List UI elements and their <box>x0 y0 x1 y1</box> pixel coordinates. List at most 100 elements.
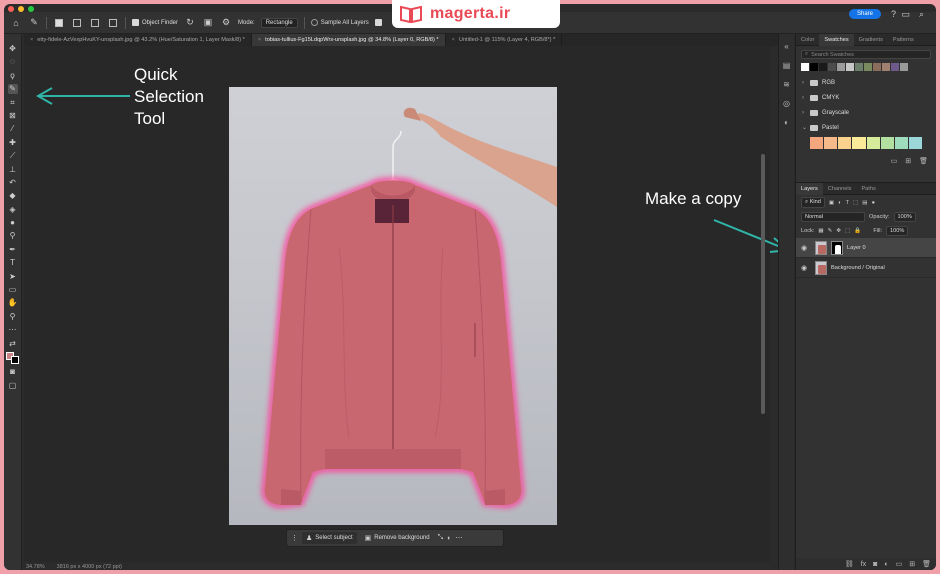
pastel-swatch[interactable] <box>908 137 922 149</box>
pastel-swatch[interactable] <box>810 137 824 149</box>
new-swatch-icon[interactable]: ⊞ <box>905 157 911 165</box>
swatches-search-input[interactable]: ⌕ Search Swatches <box>801 50 931 59</box>
lock-position-icon[interactable]: ✥ <box>836 228 841 234</box>
lock-transparent-icon[interactable]: ▦ <box>818 228 823 234</box>
layer-kind-filter[interactable]: ⌕ Kind <box>801 197 825 208</box>
layer-row-layer-0[interactable]: ◉ Layer 0 <box>796 238 936 258</box>
marquee-tool-icon[interactable]: ◌ <box>8 57 18 67</box>
show-objects-icon[interactable]: ▣ <box>202 17 214 29</box>
tab-paths[interactable]: Paths <box>856 183 880 195</box>
paint-bucket-tool-icon[interactable]: ◈ <box>8 205 18 215</box>
tab-color[interactable]: Color <box>796 34 819 46</box>
swatch[interactable] <box>819 63 827 71</box>
more-options-icon[interactable]: ⋯ <box>455 534 462 542</box>
swatch[interactable] <box>837 63 845 71</box>
help-icon[interactable]: ? <box>891 9 896 19</box>
tab-swatches[interactable]: Swatches <box>819 33 854 46</box>
enhance-edge-checkbox[interactable] <box>374 18 385 26</box>
path-selection-tool-icon[interactable]: ➤ <box>8 272 18 282</box>
quick-mask-icon[interactable]: ◙ <box>8 367 18 377</box>
adjustments-icon[interactable]: ≋ <box>783 80 790 89</box>
lock-pixels-icon[interactable]: ✎ <box>828 228 833 234</box>
link-layers-icon[interactable]: ⛓ <box>845 560 854 568</box>
visibility-eye-icon[interactable]: ◉ <box>801 264 811 272</box>
shape-filter-icon[interactable]: ⬚ <box>853 200 858 206</box>
swatch[interactable] <box>882 63 890 71</box>
layer-mask-thumbnail[interactable] <box>831 240 843 255</box>
layer-row-background[interactable]: ◉ Background / Original <box>796 258 936 278</box>
settings-gear-icon[interactable]: ⚙ <box>220 17 232 29</box>
history-brush-tool-icon[interactable]: ↶ <box>8 178 18 188</box>
clone-stamp-tool-icon[interactable]: ⊥ <box>8 165 18 175</box>
frame-tool-icon[interactable]: ⊠ <box>8 111 18 121</box>
swatch[interactable] <box>828 63 836 71</box>
lock-artboard-icon[interactable]: ⬚ <box>845 228 850 234</box>
swatch[interactable] <box>855 63 863 71</box>
tab-gradients[interactable]: Gradients <box>854 34 888 46</box>
swatch[interactable] <box>873 63 881 71</box>
type-filter-icon[interactable]: T <box>846 200 849 206</box>
object-finder-checkbox[interactable]: Object Finder <box>132 18 178 26</box>
tab-layers[interactable]: Layers <box>796 182 823 195</box>
swatch[interactable] <box>864 63 872 71</box>
drag-handle-icon[interactable]: ⋮ <box>291 534 298 542</box>
type-tool-icon[interactable]: T <box>8 258 18 268</box>
swatch-group-grayscale[interactable]: › Grayscale <box>796 105 936 120</box>
transform-icon[interactable]: ⤡ <box>438 534 444 542</box>
lock-all-icon[interactable]: 🔒 <box>854 228 861 234</box>
dodge-tool-icon[interactable]: ⚲ <box>8 231 18 241</box>
refresh-icon[interactable]: ↻ <box>184 17 196 29</box>
mask-icon[interactable]: ◐ <box>447 535 451 542</box>
layer-style-icon[interactable]: fx <box>861 561 866 568</box>
pastel-swatch[interactable] <box>866 137 880 149</box>
tab-close-icon[interactable]: × <box>258 37 261 43</box>
pixel-filter-icon[interactable]: ▣ <box>829 200 834 206</box>
home-icon[interactable]: ⌂ <box>10 17 22 29</box>
vertical-scrollbar[interactable] <box>761 154 765 414</box>
swap-colors-icon[interactable]: ⇄ <box>8 339 18 349</box>
blur-tool-icon[interactable]: ● <box>8 218 18 228</box>
lasso-tool-icon[interactable]: ϙ <box>8 71 18 81</box>
history-icon[interactable]: ▤ <box>783 61 791 70</box>
crop-tool-icon[interactable]: ⌗ <box>8 98 18 108</box>
mode-select[interactable]: Rectangle <box>260 17 298 28</box>
pastel-swatch[interactable] <box>852 137 866 149</box>
hand-tool-icon[interactable]: ✋ <box>8 298 18 308</box>
swatch[interactable] <box>891 63 899 71</box>
canvas-area[interactable]: Quick Selection Tool Make a copy <box>24 46 791 562</box>
tab-close-icon[interactable]: × <box>452 37 455 43</box>
add-mask-icon[interactable]: ◙ <box>873 561 877 568</box>
swatch[interactable] <box>846 63 854 71</box>
swatch-group-rgb[interactable]: › RGB <box>796 75 936 90</box>
new-group-folder-icon[interactable]: ▭ <box>891 157 898 165</box>
adjustment-layer-icon[interactable]: ◐ <box>884 561 888 568</box>
swatch[interactable] <box>801 63 809 71</box>
zoom-level[interactable]: 34.78% <box>26 564 45 570</box>
subtract-selection-icon[interactable] <box>89 17 101 29</box>
sample-all-layers-checkbox[interactable]: Sample All Layers <box>310 18 369 26</box>
share-button[interactable]: Share <box>848 9 881 19</box>
libraries-icon[interactable]: ◐ <box>784 118 789 127</box>
filter-toggle-icon[interactable]: ● <box>872 200 875 206</box>
tab-document-1[interactable]: × etty-fidele-AzVexpHvuKY-unsplash.jpg @ … <box>24 34 252 46</box>
workspace-icon[interactable]: ▭ <box>901 9 910 20</box>
blend-mode-select[interactable]: Normal <box>801 212 865 222</box>
tab-document-3[interactable]: × Untitled-1 @ 115% (Layer 4, RGB/8*) * <box>446 34 563 46</box>
screen-mode-icon[interactable]: ▢ <box>8 381 18 391</box>
eyedropper-tool-icon[interactable]: ⁄ <box>8 124 18 134</box>
select-subject-button[interactable]: ♟ Select subject <box>302 532 357 544</box>
smart-object-filter-icon[interactable]: ▤ <box>862 200 867 206</box>
color-swatches[interactable] <box>6 351 19 364</box>
move-tool-icon[interactable]: ✥ <box>8 44 18 54</box>
fill-input[interactable]: 100% <box>886 226 909 236</box>
new-group-icon[interactable]: ▭ <box>896 560 903 568</box>
eraser-tool-icon[interactable]: ◆ <box>8 191 18 201</box>
tab-close-icon[interactable]: × <box>30 37 33 43</box>
adjustment-filter-icon[interactable]: ◐ <box>838 200 841 206</box>
search-icon[interactable]: ⌕ <box>919 9 924 20</box>
more-tools-icon[interactable]: ⋯ <box>8 325 18 335</box>
delete-swatch-icon[interactable]: 🗑 <box>919 157 928 165</box>
swatch[interactable] <box>900 63 908 71</box>
tab-patterns[interactable]: Patterns <box>888 34 919 46</box>
pastel-swatch[interactable] <box>824 137 838 149</box>
